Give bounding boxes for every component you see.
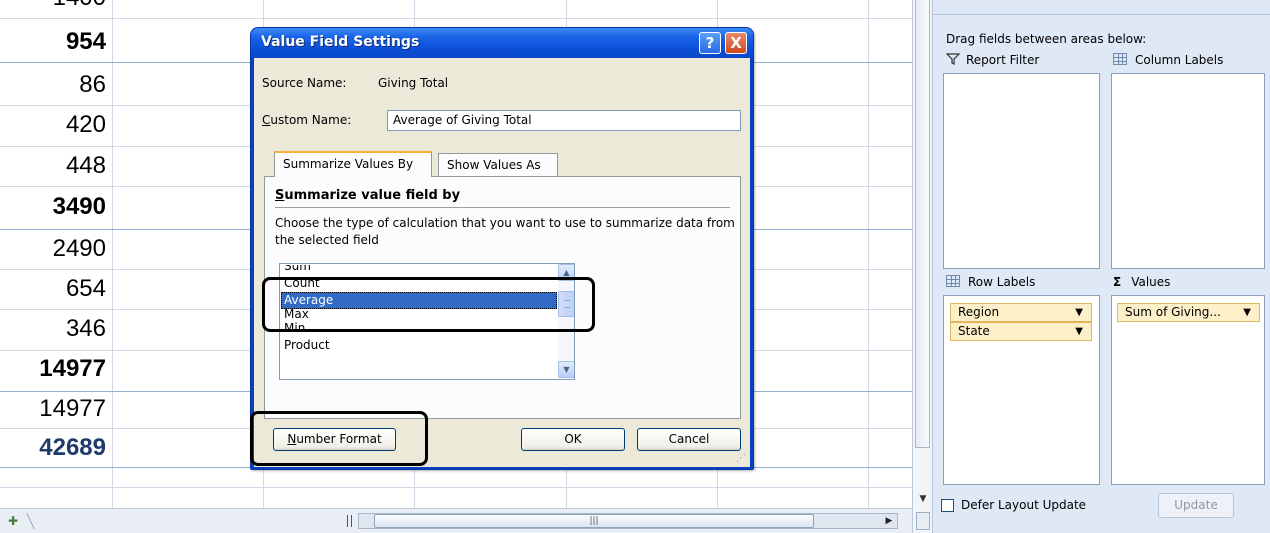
highlight-average-box — [262, 277, 595, 332]
cell-value[interactable]: 3490 — [0, 187, 112, 227]
custom-name-label: Custom Name: — [262, 113, 351, 127]
cell-value[interactable]: 420 — [0, 105, 112, 145]
custom-name-input[interactable]: Average of Giving Total — [387, 110, 741, 131]
values-header: Σ Values — [1113, 275, 1170, 289]
pivot-field-list-pane: Drag fields between areas below: Report … — [932, 0, 1270, 533]
defer-layout-checkbox[interactable] — [941, 499, 954, 512]
dialog-body: Source Name: Giving Total Custom Name: A… — [254, 58, 750, 467]
cell-value[interactable]: 654 — [0, 269, 112, 309]
source-name-value: Giving Total — [378, 76, 449, 90]
field-chip-sum-of-giving[interactable]: Sum of Giving... ▼ — [1117, 303, 1260, 322]
split-box[interactable] — [916, 512, 930, 530]
highlight-number-format-box — [250, 411, 428, 466]
dropdown-arrow-icon[interactable]: ▼ — [1075, 323, 1083, 340]
update-button[interactable]: Update — [1158, 493, 1234, 518]
field-chip-state[interactable]: State ▼ — [950, 322, 1092, 341]
ok-button[interactable]: OK — [521, 428, 625, 451]
report-filter-label: Report Filter — [966, 53, 1040, 67]
gridline — [0, 487, 912, 488]
dropdown-arrow-icon[interactable]: ▼ — [1075, 304, 1083, 321]
sheet-tab-divider — [26, 513, 50, 529]
resize-grip-icon[interactable]: ⋰ — [736, 453, 746, 464]
section-divider — [275, 207, 730, 208]
gridline — [112, 0, 113, 508]
dropdown-arrow-icon[interactable]: ▼ — [1243, 304, 1251, 321]
cell-value[interactable]: 86 — [0, 65, 112, 105]
field-chip-region[interactable]: Region ▼ — [950, 303, 1092, 322]
column-labels-label: Column Labels — [1135, 53, 1224, 67]
close-button[interactable]: X — [725, 32, 747, 54]
scroll-down-icon[interactable]: ▼ — [916, 494, 930, 506]
value-field-settings-dialog: Value Field Settings ? X Source Name: Gi… — [250, 27, 754, 470]
cell-value[interactable]: 954 — [0, 22, 112, 62]
tab-split-handle[interactable] — [347, 515, 352, 527]
column-labels-header: Column Labels — [1113, 53, 1223, 67]
defer-layout-label: Defer Layout Update — [961, 498, 1087, 512]
values-area[interactable]: Sum of Giving... ▼ — [1111, 295, 1265, 485]
section-title-text: ummarize value field by — [284, 188, 461, 203]
cell-value[interactable]: 42689 — [0, 428, 112, 468]
drag-instruction: Drag fields between areas below: — [946, 32, 1147, 46]
gridline — [0, 18, 912, 19]
chevron-down-icon[interactable]: ▼ — [558, 361, 574, 378]
summarize-description: Choose the type of calculation that you … — [275, 216, 735, 247]
cell-value[interactable]: 14977 — [0, 349, 112, 389]
tab-show-values-as[interactable]: Show Values As — [438, 153, 558, 177]
row-labels-area[interactable]: Region ▼ State ▼ — [943, 295, 1100, 485]
tab-summarize-values-by[interactable]: Summarize Values By — [274, 151, 432, 177]
values-label: Values — [1131, 275, 1171, 289]
gridline — [868, 0, 869, 508]
row-labels-label: Row Labels — [968, 275, 1036, 289]
list-item-sum[interactable]: Sum — [281, 265, 557, 275]
vertical-scrollbar-thumb[interactable] — [915, 0, 930, 448]
cancel-button[interactable]: Cancel — [637, 428, 741, 451]
help-button[interactable]: ? — [699, 32, 721, 54]
cell-value[interactable]: 14977 — [0, 389, 112, 429]
field-chip-label: Region — [958, 305, 1000, 319]
vertical-scrollbar[interactable]: ▼ — [912, 0, 932, 533]
list-item-product[interactable]: Product — [281, 337, 557, 354]
report-filter-area[interactable] — [943, 73, 1100, 269]
horizontal-scrollbar-thumb[interactable]: ||| — [374, 514, 814, 528]
table-icon — [946, 275, 960, 287]
dialog-titlebar[interactable]: Value Field Settings ? X — [251, 28, 753, 58]
source-name-label: Source Name: — [262, 76, 347, 90]
pane-divider — [933, 14, 1270, 15]
scroll-right-icon[interactable]: ▶ — [882, 514, 896, 528]
dialog-title: Value Field Settings — [261, 34, 420, 50]
field-chip-label: Sum of Giving... — [1125, 305, 1221, 319]
cell-value[interactable]: 448 — [0, 146, 112, 186]
row-labels-header: Row Labels — [946, 275, 1035, 289]
table-icon — [1113, 53, 1127, 65]
report-filter-header: Report Filter — [945, 53, 1040, 67]
sheet-tab-bar: ✚ ◀ ||| ▶ — [0, 508, 912, 533]
custom-name-label-text: ustom Name: — [270, 113, 352, 127]
cell-value[interactable]: 1400 — [0, 0, 112, 18]
cell-value[interactable]: 346 — [0, 309, 112, 349]
filter-icon — [945, 53, 961, 65]
section-title-accel: S — [275, 188, 285, 203]
sigma-icon: Σ — [1113, 275, 1122, 289]
column-labels-area[interactable] — [1111, 73, 1265, 269]
cell-value[interactable]: 2490 — [0, 229, 112, 269]
field-chip-label: State — [958, 324, 990, 338]
insert-sheet-icon[interactable]: ✚ — [8, 514, 26, 528]
section-title: Summarize value field by — [275, 188, 460, 203]
